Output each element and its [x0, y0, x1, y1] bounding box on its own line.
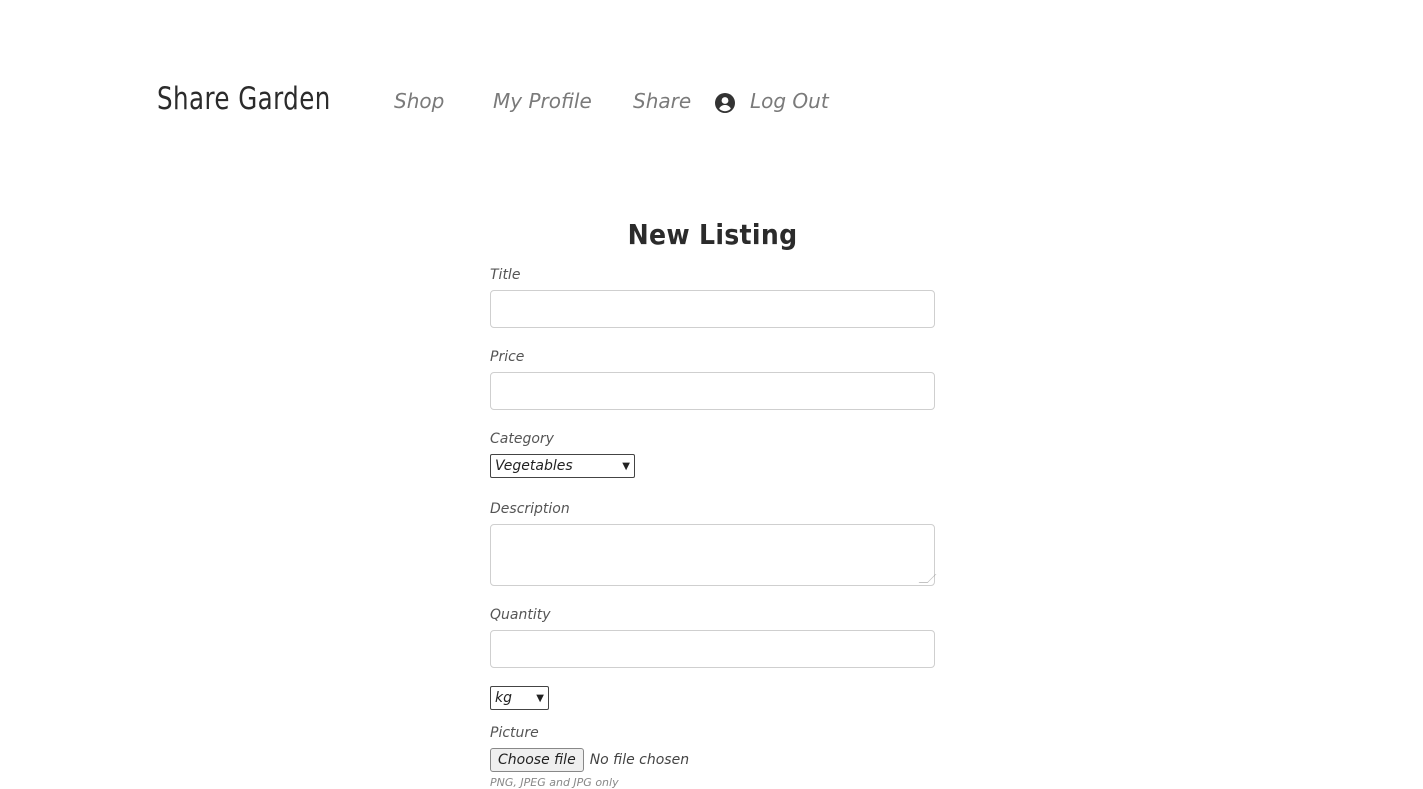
quantity-input[interactable]: [490, 630, 935, 668]
description-textarea[interactable]: [490, 524, 937, 586]
quantity-field-group: Quantity: [490, 604, 935, 668]
choose-file-button[interactable]: Choose file: [490, 748, 584, 772]
price-label: Price: [490, 349, 525, 365]
unit-field-group: kg ▼: [490, 686, 935, 710]
chevron-down-icon: ▼: [622, 460, 630, 472]
file-status-text: No file chosen: [589, 752, 690, 768]
price-input[interactable]: [490, 372, 935, 410]
user-circle-icon: [715, 93, 735, 113]
resize-handle-icon[interactable]: [918, 574, 937, 583]
file-hint-text: PNG, JPEG and JPG only: [490, 776, 619, 789]
price-field-group: Price: [490, 346, 935, 410]
top-navigation: Share Garden Shop My Profile Share Log O…: [157, 78, 857, 126]
chevron-down-icon: ▼: [536, 692, 544, 704]
title-input[interactable]: [490, 290, 935, 328]
form-title: New Listing: [627, 218, 798, 251]
category-selected-value: Vegetables: [495, 458, 573, 474]
category-select[interactable]: Vegetables ▼: [490, 454, 635, 478]
description-label: Description: [490, 501, 570, 517]
description-field-group: Description: [490, 498, 937, 586]
title-label: Title: [490, 267, 521, 283]
nav-link-my-profile[interactable]: My Profile: [493, 89, 592, 113]
quantity-label: Quantity: [490, 607, 551, 623]
picture-label: Picture: [490, 725, 539, 741]
nav-link-shop[interactable]: Shop: [394, 89, 444, 113]
category-field-group: Category Vegetables ▼: [490, 428, 935, 478]
file-input: Choose file No file chosen: [490, 748, 935, 772]
title-field-group: Title: [490, 264, 935, 328]
nav-link-share[interactable]: Share: [633, 89, 691, 113]
unit-select[interactable]: kg ▼: [490, 686, 549, 710]
brand-logo[interactable]: Share Garden: [157, 81, 331, 117]
new-listing-form: New Listing Title Price Category Vegetab…: [490, 210, 937, 789]
category-label: Category: [490, 431, 554, 447]
nav-link-log-out[interactable]: Log Out: [750, 89, 829, 113]
picture-field-group: Picture Choose file No file chosen PNG, …: [490, 722, 935, 789]
unit-selected-value: kg: [495, 690, 512, 706]
